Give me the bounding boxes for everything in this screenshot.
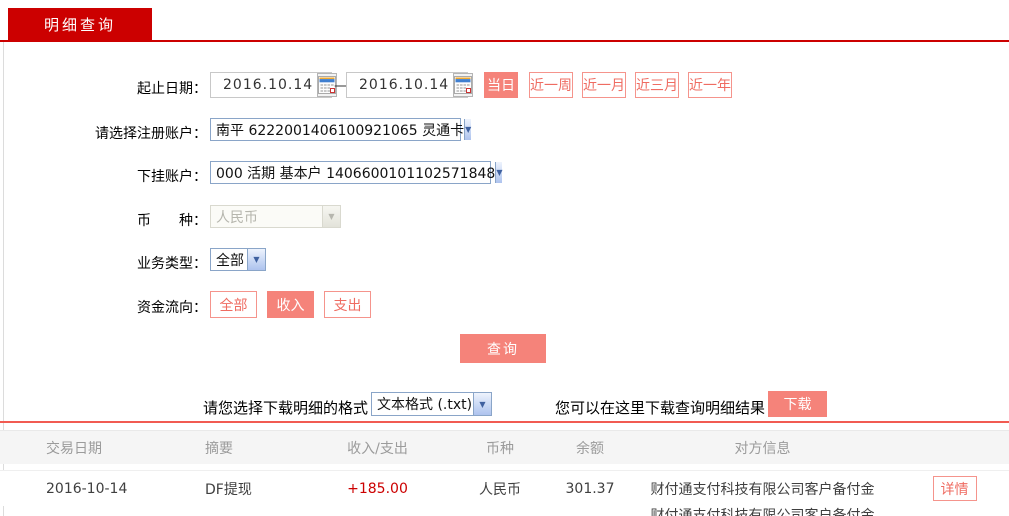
calendar-icon[interactable]	[453, 73, 473, 97]
download-hint-text: 您可以在这里下载查询明细结果	[555, 399, 766, 417]
quick-range-week-button[interactable]: 近一周	[529, 72, 573, 98]
download-format-label: 请您选择下载明细的格式	[202, 399, 368, 417]
cell-currency: 人民币	[479, 481, 521, 498]
tab-label: 明细查询	[43, 15, 116, 34]
currency-select: 人民币 ▼	[210, 205, 341, 228]
quick-range-quarter-button[interactable]: 近三月	[635, 72, 679, 98]
cell-summary: DF提现	[205, 481, 252, 498]
chevron-down-icon[interactable]: ▼	[247, 249, 265, 270]
registered-account-value: 南平 6222001406100921065 灵通卡	[216, 122, 465, 139]
cell-date: 2016-10-14	[46, 480, 128, 497]
detail-button[interactable]: 详情	[932, 476, 977, 501]
fund-flow-income-button[interactable]: 收入	[267, 291, 314, 318]
sub-account-value: 000 活期 基本户 1406600101102571848	[216, 165, 496, 182]
fund-flow-all-button[interactable]: 全部	[210, 291, 257, 318]
chevron-down-icon[interactable]: ▼	[464, 119, 472, 140]
download-format-value: 文本格式 (.txt)	[377, 397, 473, 413]
section-divider	[0, 421, 1009, 423]
cell-counterparty: 财付通支付科技有限公司客户备付金	[650, 508, 875, 516]
end-date-input[interactable]	[347, 76, 453, 94]
table-row: 2016-10-14 DF提现 +185.00 人民币 301.37 财付通支付…	[0, 470, 1009, 506]
tab-detail-query[interactable]: 明细查询	[8, 8, 152, 40]
download-button[interactable]: 下载	[768, 391, 827, 417]
header-currency: 币种	[486, 440, 514, 457]
fund-flow-label: 资金流向：	[137, 300, 207, 316]
header-balance: 余额	[576, 440, 604, 457]
date-range-label: 起止日期：	[137, 81, 207, 97]
chevron-down-icon[interactable]: ▼	[473, 393, 491, 415]
registered-account-label: 请选择注册账户：	[95, 126, 207, 142]
sub-account-label: 下挂账户：	[137, 169, 207, 185]
detail-query-page: 明细查询 起止日期： —	[0, 0, 1009, 516]
currency-label: 币 种：	[137, 213, 207, 229]
quick-range-year-button[interactable]: 近一年	[688, 72, 732, 98]
business-type-label: 业务类型：	[137, 256, 207, 272]
query-button[interactable]: 查询	[460, 334, 546, 363]
business-type-value: 全部	[216, 252, 244, 269]
tab-underline	[0, 40, 1009, 42]
quick-range-month-button[interactable]: 近一月	[582, 72, 626, 98]
end-date-field	[346, 72, 473, 98]
start-date-field	[210, 72, 337, 98]
download-format-select[interactable]: 文本格式 (.txt) ▼	[371, 392, 492, 416]
quick-range-today-button[interactable]: 当日	[484, 72, 518, 98]
start-date-input[interactable]	[211, 76, 317, 94]
sub-account-select[interactable]: 000 活期 基本户 1406600101102571848 ▼	[210, 161, 503, 184]
business-type-select[interactable]: 全部 ▼	[210, 248, 266, 271]
cell-balance: 301.37	[565, 480, 615, 497]
currency-value: 人民币	[216, 209, 258, 226]
cell-amount: +185.00	[347, 480, 408, 497]
chevron-down-icon[interactable]: ▼	[495, 162, 503, 183]
cell-counterparty: 财付通支付科技有限公司客户备付金	[650, 481, 875, 498]
header-summary: 摘要	[205, 440, 233, 457]
registered-account-select[interactable]: 南平 6222001406100921065 灵通卡 ▼	[210, 118, 472, 141]
header-amount: 收入/支出	[347, 440, 408, 457]
fund-flow-expense-button[interactable]: 支出	[324, 291, 371, 318]
header-counterparty: 对方信息	[734, 440, 791, 457]
table-row-partial: 财付通支付科技有限公司客户备付金	[625, 505, 900, 516]
header-date: 交易日期	[46, 440, 102, 457]
table-header-row: 交易日期 摘要 收入/支出 币种 余额 对方信息	[0, 430, 1009, 464]
chevron-down-icon: ▼	[322, 206, 340, 227]
